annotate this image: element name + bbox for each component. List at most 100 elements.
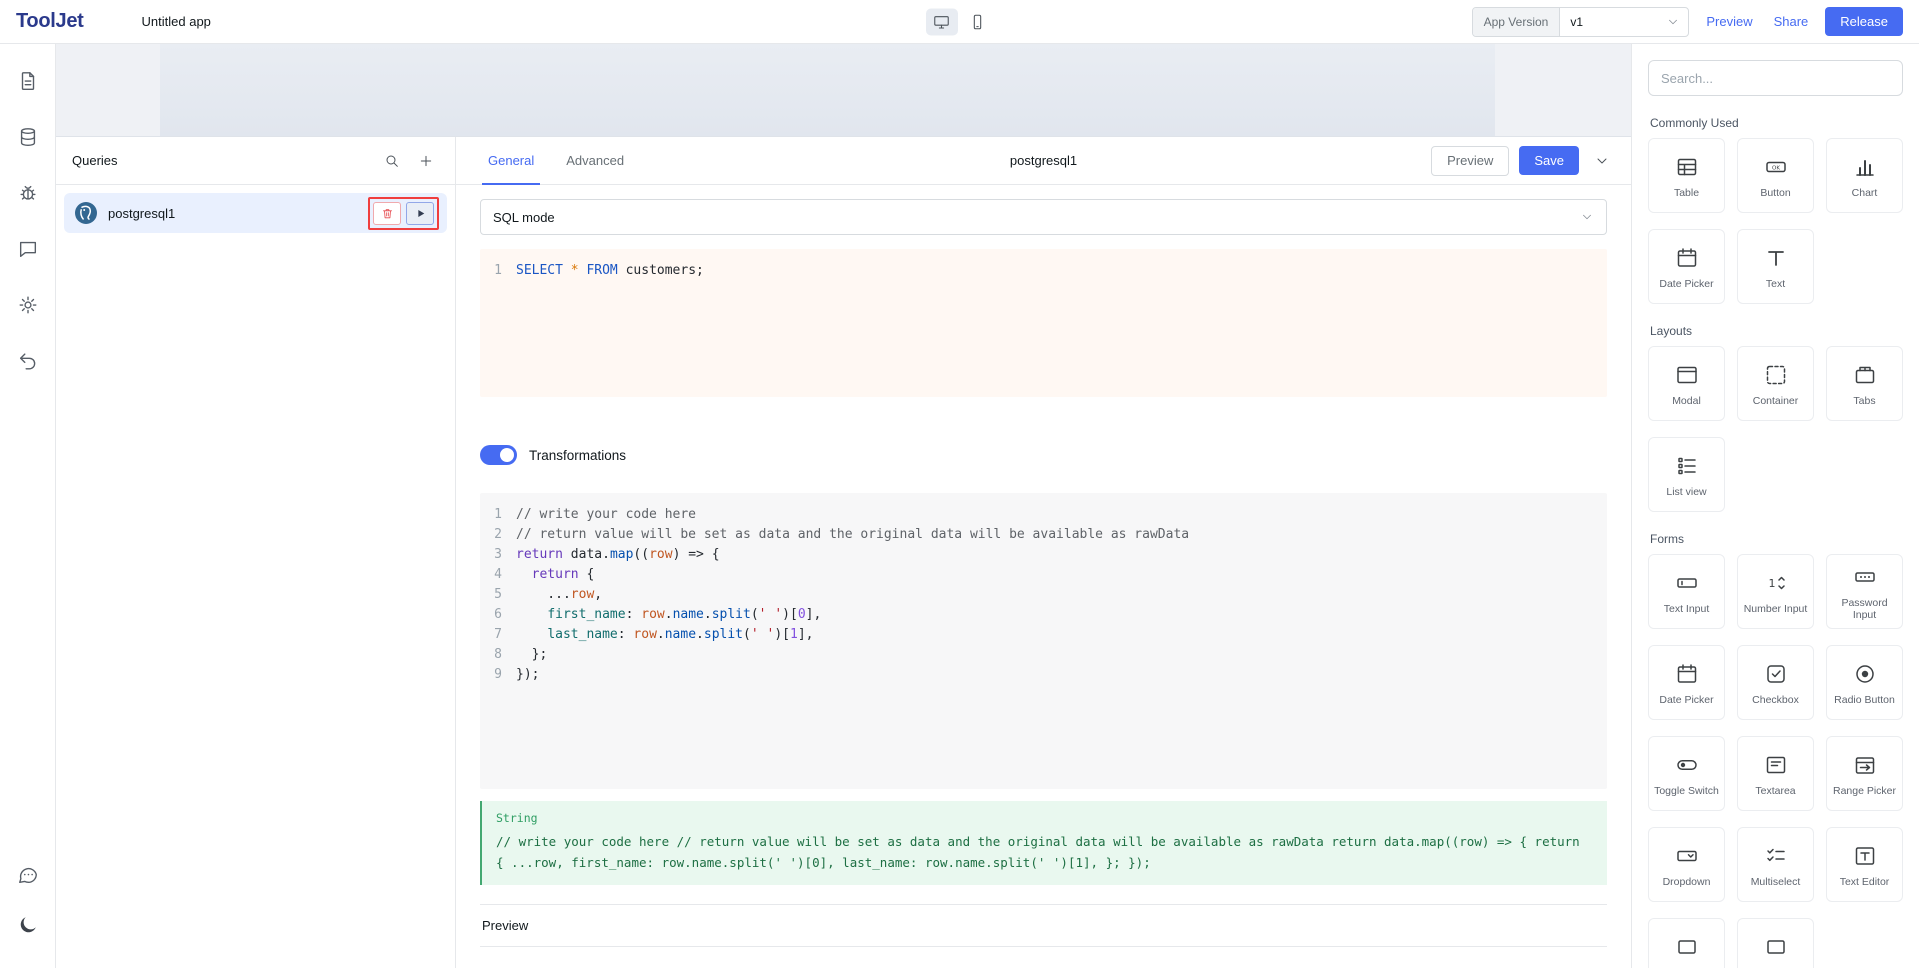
widget-card-checkbox[interactable]: Checkbox <box>1737 645 1814 720</box>
app-version-select[interactable]: App Version v1 <box>1472 7 1690 37</box>
widget-card-multiselect[interactable]: Multiselect <box>1737 827 1814 902</box>
top-bar: ToolJet Untitled app App Version v1 Prev… <box>0 0 1919 44</box>
chart-icon <box>1853 155 1877 179</box>
play-icon <box>414 207 427 220</box>
widget-panel: Commonly UsedTableOKButtonChartDate Pick… <box>1631 44 1919 968</box>
collapse-editor-button[interactable] <box>1589 148 1615 174</box>
share-button[interactable]: Share <box>1770 10 1813 33</box>
pages-icon[interactable] <box>17 70 39 92</box>
code-text: SELECT * FROM customers; <box>516 261 704 281</box>
widget-card-range-picker[interactable]: Range Picker <box>1826 736 1903 811</box>
database-icon[interactable] <box>17 126 39 148</box>
widget-card-button[interactable]: OKButton <box>1737 138 1814 213</box>
query-save-button[interactable]: Save <box>1519 146 1579 175</box>
widget-card-chart[interactable]: Chart <box>1826 138 1903 213</box>
widget-card-date-picker[interactable]: Date Picker <box>1648 229 1725 304</box>
plus-icon <box>418 153 434 169</box>
passwordinput-icon <box>1853 565 1877 589</box>
queries-panel: Queries postgresql1 <box>56 137 456 968</box>
partial-icon <box>1764 935 1788 959</box>
widget-card-tabs[interactable]: Tabs <box>1826 346 1903 421</box>
app-version-label: App Version <box>1473 8 1561 36</box>
code-line: 5 ...row, <box>480 585 1607 605</box>
delete-query-button[interactable] <box>373 202 401 225</box>
chat-icon[interactable] <box>17 864 39 886</box>
query-list-item[interactable]: postgresql1 <box>64 193 447 233</box>
widget-card-toggle-switch[interactable]: Toggle Switch <box>1648 736 1725 811</box>
widget-search <box>1648 60 1903 96</box>
code-text: }; <box>516 645 547 665</box>
debugger-icon[interactable] <box>17 182 39 204</box>
widget-card-modal[interactable]: Modal <box>1648 346 1725 421</box>
tabs-icon <box>1853 363 1877 387</box>
widget-card-textarea[interactable]: Textarea <box>1737 736 1814 811</box>
main-area: Queries postgresql1 GeneralAdvanced post… <box>56 44 1631 968</box>
desktop-toggle-button[interactable] <box>926 8 958 35</box>
code-line: 1// write your code here <box>480 505 1607 525</box>
tab-advanced[interactable]: Advanced <box>550 137 640 184</box>
chevron-down-icon <box>1580 210 1594 224</box>
partial-icon <box>1675 935 1699 959</box>
settings-icon[interactable] <box>17 294 39 316</box>
transformations-label: Transformations <box>529 448 626 463</box>
run-query-button[interactable] <box>406 202 434 225</box>
widget-card-number-input[interactable]: 1Number Input <box>1737 554 1814 629</box>
widget-card-list-view[interactable]: List view <box>1648 437 1725 512</box>
widget-search-input[interactable] <box>1648 60 1903 96</box>
transformations-toggle[interactable] <box>480 445 517 465</box>
app-name[interactable]: Untitled app <box>142 14 211 29</box>
code-text: last_name: row.name.split(' ')[1], <box>516 625 813 645</box>
search-icon <box>384 153 400 169</box>
code-text: first_name: row.name.split(' ')[0], <box>516 605 821 625</box>
sql-code-lines: 1SELECT * FROM customers; <box>480 261 1607 281</box>
widget-card-label: Text <box>1766 278 1785 290</box>
line-number: 6 <box>480 605 516 625</box>
search-queries-button[interactable] <box>379 148 405 174</box>
checkbox-icon <box>1764 662 1788 686</box>
release-button[interactable]: Release <box>1825 7 1903 36</box>
chevron-down-icon <box>1666 15 1680 29</box>
result-type-label: String <box>496 811 1593 825</box>
moon-icon[interactable] <box>17 914 39 936</box>
query-preview-button[interactable]: Preview <box>1431 146 1509 176</box>
widget-card-table[interactable]: Table <box>1648 138 1725 213</box>
tab-general[interactable]: General <box>472 137 550 184</box>
textinput-icon <box>1675 571 1699 595</box>
widget-card-partial[interactable] <box>1648 918 1725 968</box>
widget-card-text-input[interactable]: Text Input <box>1648 554 1725 629</box>
code-text: // return value will be set as data and … <box>516 525 1189 545</box>
add-query-button[interactable] <box>413 148 439 174</box>
widget-card-label: Date Picker <box>1659 694 1713 706</box>
widget-card-radio-button[interactable]: Radio Button <box>1826 645 1903 720</box>
mobile-toggle-button[interactable] <box>962 8 994 35</box>
transformation-editor[interactable]: 1// write your code here2// return value… <box>480 493 1607 789</box>
device-toggle <box>926 8 994 35</box>
app-canvas[interactable] <box>56 44 1631 137</box>
widget-card-text-editor[interactable]: Text Editor <box>1826 827 1903 902</box>
canvas-surface[interactable] <box>160 44 1495 136</box>
sql-editor[interactable]: 1SELECT * FROM customers; <box>480 249 1607 397</box>
dropdown-icon <box>1675 844 1699 868</box>
widget-card-dropdown[interactable]: Dropdown <box>1648 827 1725 902</box>
comments-icon[interactable] <box>17 238 39 260</box>
widget-card-date-picker[interactable]: Date Picker <box>1648 645 1725 720</box>
widget-card-partial[interactable] <box>1737 918 1814 968</box>
app-logo[interactable]: ToolJet <box>16 10 84 33</box>
mobile-icon <box>969 13 986 30</box>
query-editor-panel: GeneralAdvanced postgresql1 Preview Save… <box>456 137 1631 968</box>
widget-card-password-input[interactable]: Password Input <box>1826 554 1903 629</box>
sql-mode-select[interactable]: SQL mode <box>480 199 1607 235</box>
widget-card-label: Text Editor <box>1840 876 1890 888</box>
query-editor-body: SQL mode 1SELECT * FROM customers; Trans… <box>456 185 1631 968</box>
widget-card-container[interactable]: Container <box>1737 346 1814 421</box>
texteditor-icon <box>1853 844 1877 868</box>
code-line: 8 }; <box>480 645 1607 665</box>
widget-card-text[interactable]: Text <box>1737 229 1814 304</box>
preview-app-button[interactable]: Preview <box>1702 10 1756 33</box>
queries-panel-header: Queries <box>56 137 455 185</box>
widget-card-label: Date Picker <box>1659 278 1713 290</box>
widget-card-label: Multiselect <box>1751 876 1801 888</box>
query-name: postgresql1 <box>1010 153 1077 168</box>
widget-section-label: Layouts <box>1650 324 1901 338</box>
undo-icon[interactable] <box>17 350 39 372</box>
